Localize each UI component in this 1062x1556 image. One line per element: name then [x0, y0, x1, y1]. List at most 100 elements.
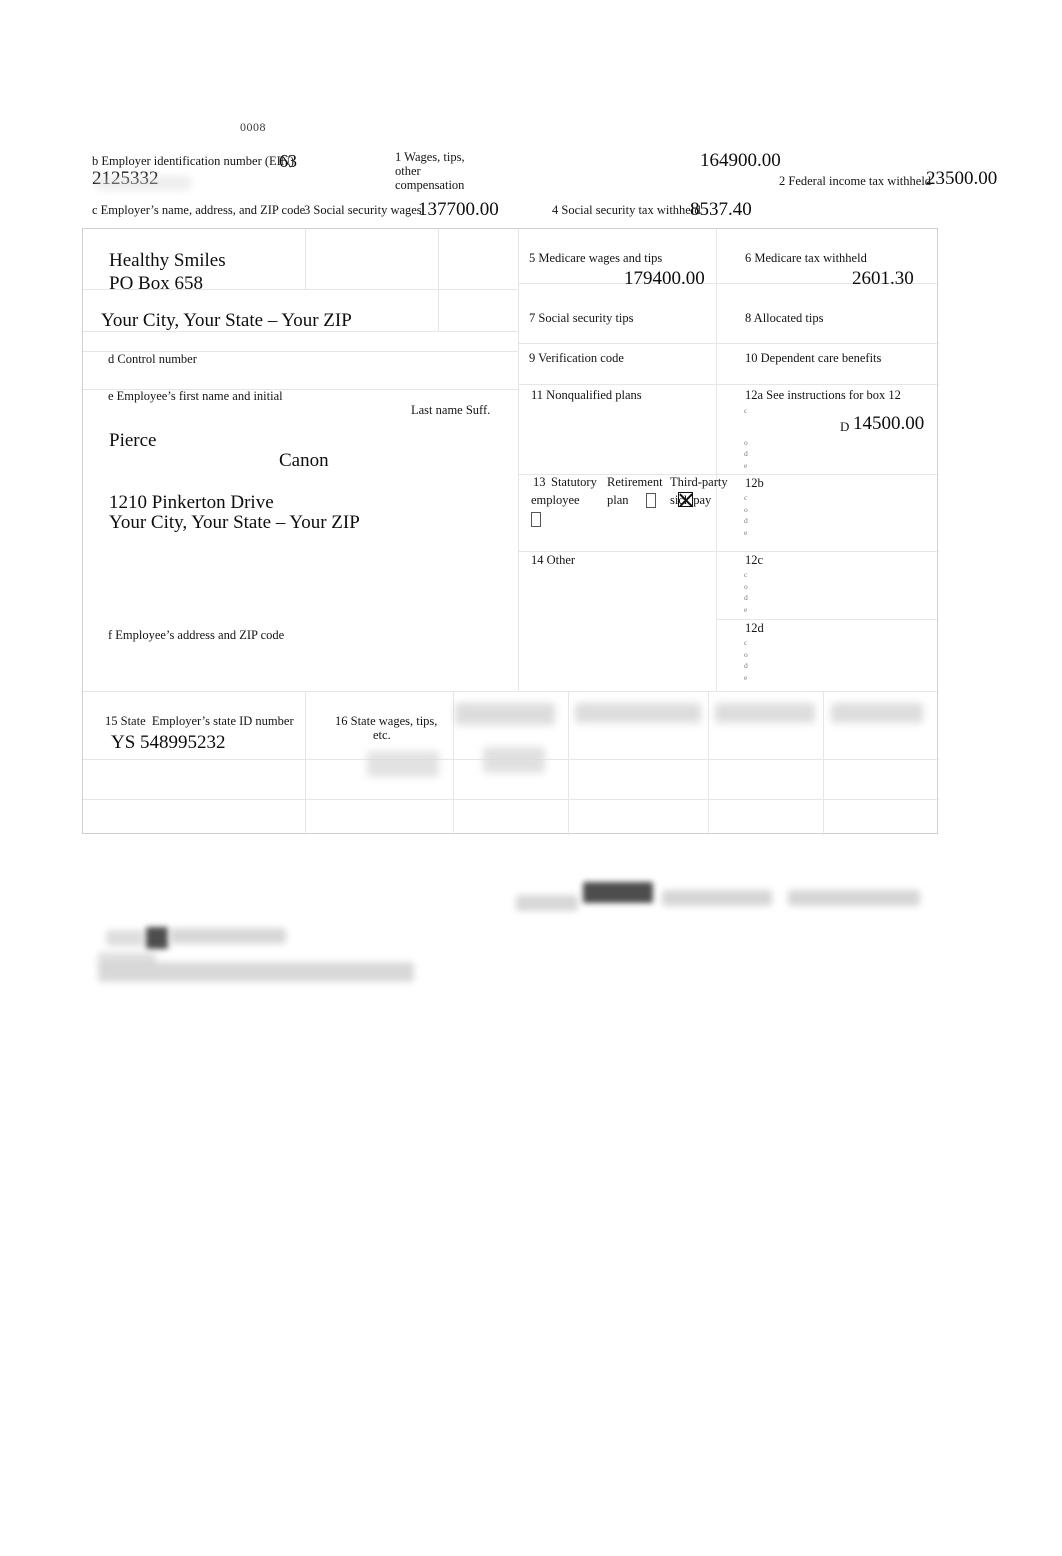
ein-smudge [96, 176, 191, 190]
box-13-statutory-checkbox[interactable] [531, 512, 541, 527]
code-letter: o [744, 504, 748, 514]
box-9-label: 9 Verification code [529, 351, 624, 365]
grid-vline [823, 691, 824, 835]
code-letter: e [744, 460, 748, 470]
code-letter: c [744, 406, 748, 415]
box-4-label: 4 Social security tax withheld [552, 203, 701, 217]
box-18-label-smudge [575, 703, 701, 723]
box-13-retirement-label-line1: Retirement [607, 475, 663, 489]
grid-hline [518, 551, 939, 552]
employee-street: 1210 Pinkerton Drive [109, 492, 274, 513]
grid-hline [518, 343, 939, 344]
box-12c-label: 12c [745, 553, 764, 567]
employer-city-state-zip: Your City, Your State – Your ZIP [101, 310, 352, 331]
box-12b-label: 12b [745, 476, 764, 490]
box-13-retirement-checkbox[interactable] [678, 492, 693, 507]
code-letter: e [744, 672, 748, 682]
footer-block-b [146, 927, 168, 949]
box-3-value: 137700.00 [418, 199, 499, 220]
code-letter: c [744, 638, 748, 647]
footer-smudge-left [516, 895, 578, 911]
box-13-thirdparty-checkbox[interactable] [646, 493, 656, 508]
box-4-value: 8537.40 [690, 199, 752, 220]
grid-hline [83, 691, 939, 692]
grid-hline [716, 619, 939, 620]
grid-hline [83, 799, 939, 800]
box-15-value: YS 548995232 [111, 732, 226, 753]
code-letter: e [744, 604, 748, 614]
employee-city-state-zip: Your City, Your State – Your ZIP [109, 512, 360, 533]
box-3-label: 3 Social security wages [304, 203, 422, 217]
form-control-code: 0008 [240, 120, 266, 134]
box-13-retirement-label-line2: plan [607, 493, 629, 507]
employer-name: Healthy Smiles [109, 250, 226, 271]
grid-vline [708, 691, 709, 835]
box-17-value-smudge [483, 747, 545, 773]
footer-block-c [170, 928, 286, 944]
box-16-smudge [367, 751, 439, 777]
box-17-label-smudge [455, 703, 555, 725]
box-11-label: 11 Nonqualified plans [531, 388, 642, 402]
footer-smudge-right [788, 890, 920, 906]
box-14-label: 14 Other [531, 553, 576, 567]
code-letter: d [744, 593, 748, 603]
box-1-label-line2: other [395, 164, 421, 178]
box-b-ein-label: b Employer identification number (EIN) [92, 154, 295, 168]
box-13-number: 13 [533, 475, 546, 489]
box-12b-code-stack: c o d e [744, 492, 748, 539]
code-letter: c [744, 493, 748, 502]
box-8-label: 8 Allocated tips [745, 311, 824, 325]
footer-block-e [98, 962, 414, 982]
code-letter: c [744, 570, 748, 579]
box-b-overlap-text: 63 [279, 151, 297, 171]
box-e-label: e Employee’s first name and initial [108, 389, 283, 403]
box-13-thirdparty-label-line1: Third-party [670, 475, 728, 489]
box-19-label-smudge [715, 703, 815, 723]
box-12a-label: 12a See instructions for box 12 [745, 388, 901, 402]
employer-street: PO Box 658 [109, 273, 203, 294]
box-d-label: d Control number [108, 352, 197, 366]
grid-vline [438, 289, 439, 331]
grid-hline [518, 384, 939, 385]
code-letter: d [744, 516, 748, 526]
box-2-label: 2 Federal income tax withheld [779, 174, 932, 188]
box-1-label-line3: compensation [395, 178, 465, 192]
box-5-label: 5 Medicare wages and tips [529, 251, 663, 265]
footer-redaction-block [583, 882, 653, 903]
code-letter: d [744, 449, 748, 459]
box-1-value: 164900.00 [700, 150, 781, 171]
grid-vline [716, 229, 717, 691]
box-5-value: 179400.00 [624, 268, 705, 289]
grid-vline [453, 691, 454, 835]
grid-vline [568, 691, 569, 835]
box-13-statutory-label-line2: employee [531, 493, 580, 507]
box-12c-code-stack: c o d e [744, 569, 748, 616]
box-16-label-line2: etc. [373, 728, 391, 742]
box-12a-code-stack: c o d e [744, 405, 748, 472]
grid-vline [438, 229, 439, 289]
employee-last-name: Canon [279, 450, 329, 471]
box-15-label: 15 State Employer’s state ID number [105, 714, 294, 728]
box-7-label: 7 Social security tips [529, 311, 634, 325]
footer-block-a [106, 930, 144, 946]
box-12a-code: D [840, 419, 850, 434]
box-2-value: 23500.00 [926, 168, 998, 189]
code-letter: e [744, 527, 748, 537]
box-6-label: 6 Medicare tax withheld [745, 251, 867, 265]
box-12a-value: 14500.00 [853, 413, 925, 434]
box-20-label-smudge [831, 703, 923, 723]
box-1-label-line1: 1 Wages, tips, [395, 150, 465, 164]
box-e-last-name-label: Last name Suff. [411, 403, 491, 417]
box-6-value: 2601.30 [852, 268, 914, 289]
box-f-label: f Employee’s address and ZIP code [108, 628, 285, 642]
grid-vline [518, 229, 519, 691]
box-c-label: c Employer’s name, address, and ZIP code [92, 203, 306, 217]
box-12d-code-stack: c o d e [744, 637, 748, 684]
box-16-label-line1: 16 State wages, tips, [335, 714, 438, 728]
grid-vline [305, 691, 306, 835]
box-13-statutory-label-line1: Statutory [551, 475, 597, 489]
w2-form-frame: Healthy Smiles PO Box 658 Your City, You… [82, 228, 939, 835]
code-letter: o [744, 437, 748, 447]
footer-smudge-mid [662, 890, 772, 906]
code-letter: o [744, 581, 748, 591]
